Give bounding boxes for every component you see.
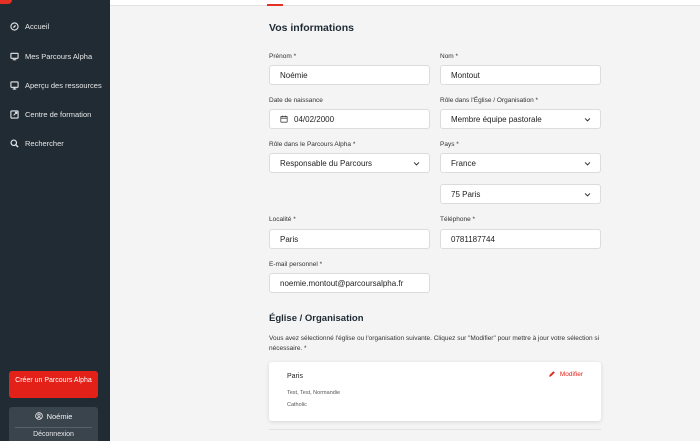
pays-label: Pays * xyxy=(440,141,459,148)
user-profile-button[interactable]: Noémie xyxy=(9,410,98,422)
monitor-icon xyxy=(10,52,19,60)
calendar-icon xyxy=(280,115,288,123)
sidebar-item-label: Mes Parcours Alpha xyxy=(25,51,93,61)
sidebar-item-label: Centre de formation xyxy=(25,109,92,119)
sidebar-item-mes-parcours[interactable]: Mes Parcours Alpha xyxy=(10,48,92,64)
email-value: noemie.montout@parcoursalpha.fr xyxy=(280,278,404,288)
role-parcours-label: Rôle dans le Parcours Alpha * xyxy=(269,141,356,148)
section-title-informations: Vos informations xyxy=(269,22,354,34)
localite-value: Paris xyxy=(280,234,299,244)
region-value: 75 Paris xyxy=(451,189,481,199)
sidebar-item-centre-formation[interactable]: Centre de formation xyxy=(10,106,91,122)
prenom-value: Noémie xyxy=(280,70,308,80)
screen-icon xyxy=(10,80,19,90)
top-bar xyxy=(110,0,700,6)
nom-label: Nom * xyxy=(440,53,459,60)
eglise-description: Vous avez sélectionné l'église ou l'orga… xyxy=(269,335,600,352)
role-eglise-select[interactable]: Membre équipe pastorale xyxy=(440,109,601,129)
compass-icon xyxy=(10,21,19,31)
email-field[interactable]: noemie.montout@parcoursalpha.fr xyxy=(269,273,430,293)
church-card: Paris Test, Test, Normandie Catholic Mod… xyxy=(269,362,601,421)
user-menu: Noémie Déconnexion xyxy=(9,407,98,441)
external-doc-icon xyxy=(10,109,19,119)
sidebar-item-rechercher[interactable]: Rechercher xyxy=(10,135,64,151)
role-parcours-value: Responsable du Parcours xyxy=(280,158,373,168)
telephone-field[interactable]: 0781187744 xyxy=(440,229,601,249)
section-title-eglise: Église / Organisation xyxy=(269,313,364,324)
sidebar-item-label: Rechercher xyxy=(25,138,64,148)
modifier-button[interactable]: Modifier xyxy=(548,370,583,378)
church-name: Paris xyxy=(287,373,303,380)
logo-mark xyxy=(0,0,12,4)
logout-button[interactable]: Déconnexion xyxy=(9,431,98,438)
divider xyxy=(15,427,92,428)
church-address: Test, Test, Normandie xyxy=(287,390,341,396)
role-parcours-select[interactable]: Responsable du Parcours xyxy=(269,153,430,173)
sidebar-item-label: Accueil xyxy=(25,21,50,31)
email-label: E-mail personnel * xyxy=(269,261,323,268)
search-icon xyxy=(10,138,19,148)
active-tab-indicator xyxy=(267,4,283,6)
sidebar-item-accueil[interactable]: Accueil xyxy=(10,18,49,34)
pays-select[interactable]: France xyxy=(440,153,601,173)
dob-value: 04/02/2000 xyxy=(294,114,335,124)
dob-field[interactable]: 04/02/2000 xyxy=(269,109,430,129)
create-parcours-button[interactable]: Créer un Parcours Alpha xyxy=(9,371,98,398)
chevron-down-icon xyxy=(413,162,420,166)
dob-label: Date de naissance xyxy=(269,97,323,104)
prenom-field[interactable]: Noémie xyxy=(269,65,430,85)
user-circle-icon xyxy=(34,412,43,420)
user-name: Noémie xyxy=(46,411,73,421)
chevron-down-icon xyxy=(584,162,591,166)
role-eglise-label: Rôle dans l'Église / Organisation * xyxy=(440,97,539,104)
sidebar-item-apercu[interactable]: Aperçu des ressources xyxy=(10,77,102,93)
pays-value: France xyxy=(451,158,476,168)
localite-field[interactable]: Paris xyxy=(269,229,430,249)
sidebar-item-label: Aperçu des ressources xyxy=(25,80,102,90)
chevron-down-icon xyxy=(584,118,591,122)
localite-label: Localité * xyxy=(269,216,296,223)
modifier-label: Modifier xyxy=(559,370,583,378)
chevron-down-icon xyxy=(584,193,591,197)
nom-field[interactable]: Montout xyxy=(440,65,601,85)
section-divider xyxy=(269,429,601,441)
prenom-label: Prénom * xyxy=(269,53,297,60)
sidebar: Accueil Mes Parcours Alpha Aperçu des re… xyxy=(0,0,110,441)
region-select[interactable]: 75 Paris xyxy=(440,184,601,204)
church-type: Catholic xyxy=(287,402,307,408)
telephone-label: Téléphone * xyxy=(440,216,476,223)
nom-value: Montout xyxy=(451,70,480,80)
telephone-value: 0781187744 xyxy=(451,234,495,244)
pencil-icon xyxy=(549,371,555,377)
role-eglise-value: Membre équipe pastorale xyxy=(451,114,542,124)
